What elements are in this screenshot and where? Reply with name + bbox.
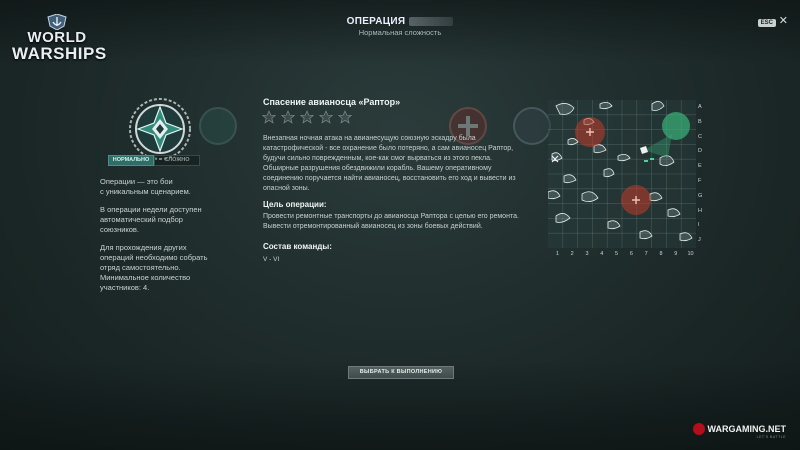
difficulty-toggle: НОРМАЛЬНО СЛОЖНО [108, 155, 200, 166]
operations-info: Операции — это бои с уникальным сценарие… [100, 177, 240, 301]
map-column-label: 7 [644, 251, 648, 257]
map-row-label: C [698, 133, 702, 140]
map-row-label: G [698, 192, 703, 199]
ally-marker-1 [644, 160, 648, 162]
map-column-label: 4 [600, 251, 604, 257]
star-icon [338, 110, 352, 124]
map-column-label: 8 [659, 251, 663, 257]
page-title: ОПЕРАЦИЯ [0, 16, 800, 27]
map-row-label: D [698, 148, 702, 155]
operation-title: Спасение авианосца «Раптор» [263, 97, 401, 107]
team-value: V - VI [263, 256, 280, 263]
operation-medal-prev[interactable] [196, 104, 240, 148]
ally-marker-2 [650, 158, 654, 160]
star-icon [300, 110, 314, 124]
star-icon [262, 110, 276, 124]
wargaming-tagline: LET'S BATTLE [756, 435, 786, 439]
operation-description: Внезапная ночная атака на авианесущую со… [263, 135, 516, 192]
esc-key-badge: ESC [757, 19, 776, 27]
goal-title: Цель операции: [263, 200, 327, 209]
map-column-label: 6 [629, 251, 633, 257]
map-row-label: I [698, 222, 700, 229]
operation-medal-icon[interactable] [128, 97, 192, 161]
minimap-row-labels: A B C D EF G H I J [698, 100, 706, 248]
minimap-column-labels: 1 2 3 4 5 6 7 8 9 10 [550, 251, 698, 257]
map-row-label: E [698, 163, 702, 170]
team-title: Состав команды: [263, 242, 332, 251]
star-icon [319, 110, 333, 124]
map-column-label: 3 [585, 251, 589, 257]
close-icon[interactable]: ✕ [779, 16, 788, 27]
map-column-label: 2 [570, 251, 574, 257]
redacted-name [409, 16, 454, 26]
star-icon [281, 110, 295, 124]
select-operation-button[interactable]: ВЫБРАТЬ К ВЫПОЛНЕНИЮ [348, 366, 454, 379]
ally-zone [662, 112, 690, 140]
info-paragraph-2: В операции недели доступен автоматически… [100, 205, 202, 234]
difficulty-normal-button[interactable]: НОРМАЛЬНО [108, 155, 154, 166]
wargaming-mark-icon [692, 423, 705, 435]
map-row-label: A [698, 104, 702, 110]
difficulty-hard-button[interactable]: СЛОЖНО [154, 155, 200, 166]
info-paragraph-1: Операции — это бои с уникальным сценарие… [100, 177, 191, 196]
map-column-label: 1 [555, 251, 559, 257]
operation-minimap [548, 100, 696, 248]
wargaming-brand: WARGAMING.NET [707, 424, 787, 434]
map-row-label: B [698, 118, 702, 125]
info-paragraph-3: Для прохождения других операций необходи… [100, 243, 208, 292]
goal-text: Провести ремонтные транспорты до авианос… [263, 213, 519, 230]
map-row-label: H [698, 207, 702, 214]
wargaming-logo: WARGAMING.NET LET'S BATTLE [692, 423, 787, 439]
map-column-label: 9 [674, 251, 678, 257]
map-row-label: J [698, 237, 701, 244]
star-rating [262, 110, 352, 124]
map-column-label: 10 [687, 251, 694, 257]
map-row-label: F [698, 177, 702, 184]
page-title-text: ОПЕРАЦИЯ [346, 16, 406, 27]
logo-line-2: WARSHIPS [12, 44, 107, 63]
map-column-label: 5 [615, 251, 619, 257]
page-subtitle: Нормальная сложность [358, 28, 442, 37]
